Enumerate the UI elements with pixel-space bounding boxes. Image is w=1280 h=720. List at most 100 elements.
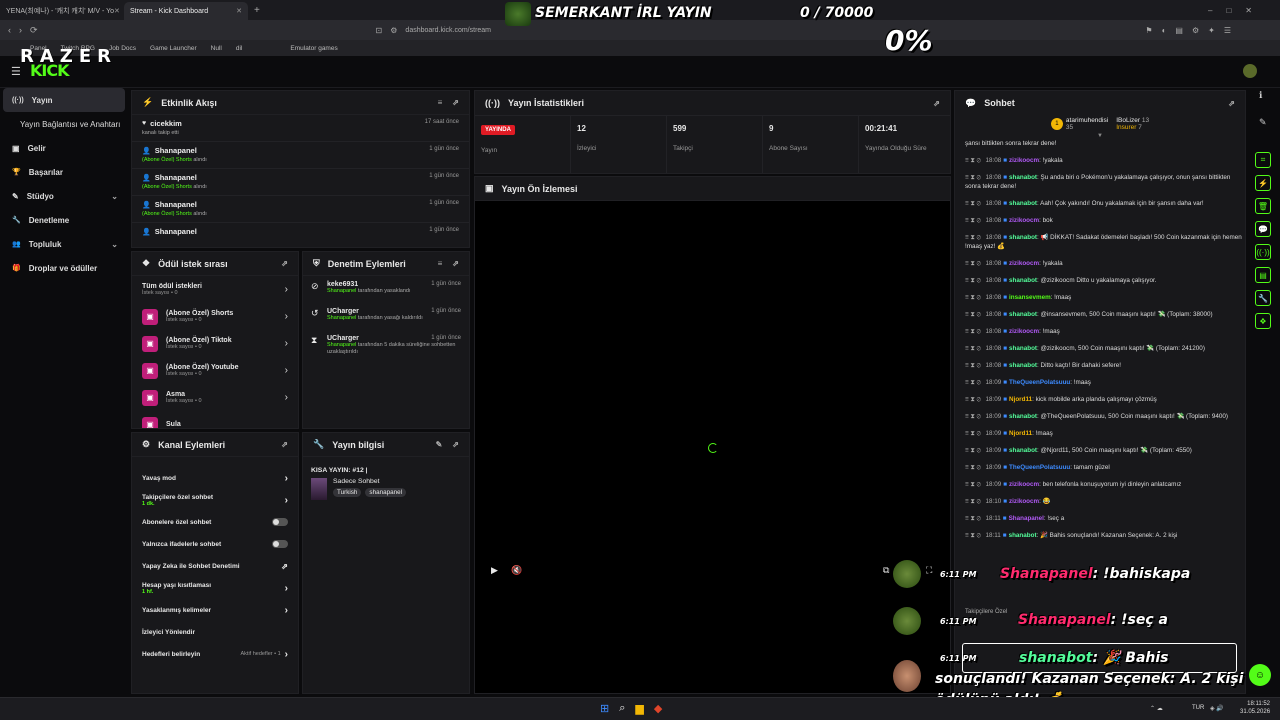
reward-item[interactable]: ▣ Asma İstek sayısı • 0 › bbox=[132, 384, 298, 411]
browser-tab-kick[interactable]: Stream - Kick Dashboard ✕ bbox=[124, 2, 248, 20]
chat-username[interactable]: shanabot bbox=[1009, 234, 1037, 241]
tag-chip[interactable]: shanapanel bbox=[365, 488, 406, 497]
sidebar-item-topluluk[interactable]: 👥 Topluluk ⌄ bbox=[0, 232, 128, 256]
chat-tools-icon[interactable]: ≡ ⧗ ⊘ bbox=[965, 260, 982, 267]
toggle-switch[interactable] bbox=[272, 518, 288, 526]
edit-icon[interactable]: ✎ bbox=[1259, 117, 1275, 128]
chevron-right-icon[interactable]: › bbox=[285, 583, 288, 594]
search-icon[interactable]: ⌕ bbox=[619, 702, 625, 715]
reward-item[interactable]: ▣ (Abone Özel) Youtube İstek sayısı • 0 › bbox=[132, 357, 298, 384]
browser-tab-youtube[interactable]: YENA(최예나) - '캐치 캐치' M/V - Yo ✕ bbox=[0, 2, 124, 20]
reward-item[interactable]: Tüm ödül istekleri İstek sayısı • 0 › bbox=[132, 276, 298, 303]
tool-trash-icon[interactable]: 🗑 bbox=[1255, 198, 1271, 214]
edit-icon[interactable]: ✎ bbox=[436, 440, 443, 449]
tool-lightning-icon[interactable]: ⚡ bbox=[1255, 175, 1271, 191]
tool-layout-icon[interactable]: ▤ bbox=[1255, 267, 1271, 283]
chat-tools-icon[interactable]: ≡ ⧗ ⊘ bbox=[965, 430, 982, 437]
chevron-right-icon[interactable]: › bbox=[285, 365, 288, 376]
chat-tools-icon[interactable]: ≡ ⧗ ⊘ bbox=[965, 447, 982, 454]
nav-buttons-icon[interactable]: ‹›⟳ bbox=[8, 25, 46, 36]
channel-action-item[interactable]: Hesap yaşı kısıtlaması 1 hf. › bbox=[132, 577, 298, 599]
chat-username[interactable]: zizikoocm bbox=[1009, 260, 1039, 267]
activity-item[interactable]: 17 saat önce ♥ cicekkim kanalı takip etti bbox=[132, 115, 469, 142]
chat-username[interactable]: TheQueenPolatsuuu bbox=[1009, 464, 1070, 471]
tool-broadcast-icon[interactable]: ((·)) bbox=[1255, 244, 1271, 260]
chat-username[interactable]: zizikoocm bbox=[1009, 157, 1039, 164]
chat-username[interactable]: zizikoocm bbox=[1009, 328, 1039, 335]
chat-tools-icon[interactable]: ≡ ⧗ ⊘ bbox=[965, 515, 982, 522]
chevron-down-icon[interactable]: ⌄ bbox=[111, 192, 118, 201]
toggle-switch[interactable] bbox=[272, 540, 288, 548]
chevron-right-icon[interactable]: › bbox=[285, 338, 288, 349]
bookmark-item[interactable]: dil bbox=[236, 45, 243, 52]
sidebar-item-droplar[interactable]: 🎁 Droplar ve ödüller bbox=[0, 256, 128, 280]
chat-tools-icon[interactable]: ≡ ⧗ ⊘ bbox=[965, 362, 982, 369]
chevron-right-icon[interactable]: › bbox=[285, 605, 288, 616]
site-settings-icon[interactable]: ⚙ bbox=[390, 26, 397, 35]
sidebar-item-basarilar[interactable]: 🏆 Başarılar bbox=[0, 160, 128, 184]
avatar[interactable] bbox=[1243, 64, 1257, 78]
chat-username[interactable]: Njord11 bbox=[1009, 430, 1032, 437]
channel-action-item[interactable]: İzleyici Yönlendir bbox=[132, 621, 298, 643]
chat-tools-icon[interactable]: ≡ ⧗ ⊘ bbox=[965, 311, 982, 318]
chat-username[interactable]: shanabot bbox=[1009, 413, 1037, 420]
chat-username[interactable]: shanabot bbox=[1009, 447, 1037, 454]
popout-icon[interactable]: ⇗ bbox=[452, 98, 459, 107]
extensions-icons[interactable]: ⚑◐▤⚙✦☰ bbox=[1145, 26, 1240, 35]
chat-username[interactable]: shanabot bbox=[1009, 362, 1037, 369]
popout-icon[interactable]: ⇗ bbox=[1228, 99, 1235, 108]
new-tab-icon[interactable]: + bbox=[254, 5, 260, 16]
chat-tools-icon[interactable]: ≡ ⧗ ⊘ bbox=[965, 481, 982, 488]
chat-tools-icon[interactable]: ≡ ⧗ ⊘ bbox=[965, 379, 982, 386]
popout-icon[interactable]: ⇗ bbox=[281, 440, 288, 449]
pip-icon[interactable]: ⧉ bbox=[883, 565, 889, 576]
channel-action-item[interactable]: Hedefleri belirleyin Aktif hedefler • 1 › bbox=[132, 643, 298, 665]
popout-icon[interactable]: ⇗ bbox=[452, 259, 459, 268]
chat-username[interactable]: Njord11 bbox=[1009, 396, 1032, 403]
taskbar-tray-icons[interactable]: ⌃ ☁ bbox=[1150, 705, 1163, 712]
chevron-right-icon[interactable]: › bbox=[285, 311, 288, 322]
sidebar-item-yayin[interactable]: ((·)) Yayın bbox=[3, 88, 125, 112]
chat-username[interactable]: shanabot bbox=[1009, 345, 1037, 352]
chat-tools-icon[interactable]: ≡ ⧗ ⊘ bbox=[965, 217, 982, 224]
activity-item[interactable]: 1 gün önce 👤 Shanapanel (Abone Özel) Shorts… bbox=[132, 196, 469, 223]
close-icon[interactable]: ✕ bbox=[236, 7, 242, 15]
clock[interactable]: 18:11:52 31.05.2026 bbox=[1240, 700, 1270, 716]
external-link-icon[interactable]: ⇗ bbox=[281, 562, 288, 571]
channel-action-item[interactable]: Takipçilere özel sohbet 1 dk. › bbox=[132, 489, 298, 511]
chat-tools-icon[interactable]: ≡ ⧗ ⊘ bbox=[965, 174, 982, 181]
channel-action-item[interactable]: Yasaklanmış kelimeler › bbox=[132, 599, 298, 621]
window-controls[interactable]: –□✕ bbox=[1208, 6, 1266, 15]
filter-icon[interactable]: ≡ bbox=[438, 259, 443, 268]
bookmark-item[interactable]: Emulator games bbox=[290, 45, 337, 52]
chat-username[interactable]: zizikoocm bbox=[1009, 498, 1039, 505]
filter-icon[interactable]: ≡ bbox=[438, 98, 443, 107]
close-icon[interactable]: ✕ bbox=[114, 7, 120, 15]
chat-username[interactable]: shanabot bbox=[1009, 174, 1037, 181]
folder-icon[interactable]: ▆ bbox=[635, 702, 643, 715]
reward-item[interactable]: ▣ (Abone Özel) Tiktok İstek sayısı • 0 › bbox=[132, 330, 298, 357]
network-volume-icons[interactable]: ◈ 🔊 bbox=[1210, 705, 1224, 712]
popout-icon[interactable]: ⇗ bbox=[452, 440, 459, 449]
popout-icon[interactable]: ⇗ bbox=[281, 259, 288, 268]
bookmark-item[interactable]: Null bbox=[211, 45, 222, 52]
channel-action-item[interactable]: Abonelere özel sohbet bbox=[132, 511, 298, 533]
chat-tools-icon[interactable]: ≡ ⧗ ⊘ bbox=[965, 413, 982, 420]
browser-icon[interactable]: ◆ bbox=[654, 702, 662, 715]
chat-username[interactable]: shanabot bbox=[1009, 311, 1037, 318]
tool-reward-icon[interactable]: ❖ bbox=[1255, 313, 1271, 329]
popout-icon[interactable]: ⇗ bbox=[933, 99, 940, 108]
chevron-right-icon[interactable]: › bbox=[285, 495, 288, 506]
chat-tools-icon[interactable]: ≡ ⧗ ⊘ bbox=[965, 464, 982, 471]
chat-fab-icon[interactable]: ☺ bbox=[1249, 664, 1271, 686]
sidebar-item-stream-key[interactable]: Yayın Bağlantısı ve Anahtarı bbox=[0, 112, 128, 136]
tool-wrench-icon[interactable]: 🔧 bbox=[1255, 290, 1271, 306]
reward-item[interactable]: ▣ (Abone Özel) Shorts İstek sayısı • 0 › bbox=[132, 303, 298, 330]
chat-username[interactable]: zizikoocm bbox=[1009, 481, 1039, 488]
mute-icon[interactable]: 🔇 bbox=[511, 565, 522, 576]
sidebar-item-gelir[interactable]: ▣ Gelir bbox=[0, 136, 128, 160]
chevron-right-icon[interactable]: › bbox=[285, 473, 288, 484]
chat-tools-icon[interactable]: ≡ ⧗ ⊘ bbox=[965, 234, 982, 241]
chat-tools-icon[interactable]: ≡ ⧗ ⊘ bbox=[965, 396, 982, 403]
windows-start-icon[interactable]: ⊞ bbox=[600, 702, 609, 715]
